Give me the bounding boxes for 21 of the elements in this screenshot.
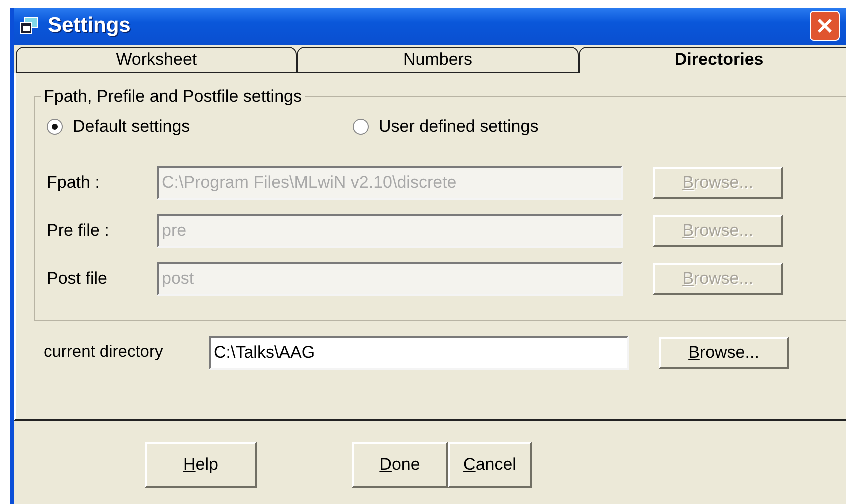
browse-button[interactable]: Browse... xyxy=(659,336,789,369)
tab[interactable]: Numbers xyxy=(297,46,579,73)
field-label: current directory xyxy=(44,343,164,362)
dialog-button[interactable]: Done xyxy=(352,442,448,488)
close-icon xyxy=(816,17,834,36)
radio-button[interactable] xyxy=(47,118,63,135)
radio-button[interactable] xyxy=(353,118,369,135)
window-app-icon xyxy=(20,17,40,36)
dialog-button[interactable]: Help xyxy=(145,442,257,488)
dialog-button[interactable]: Cancel xyxy=(448,442,532,488)
group-title: Fpath, Prefile and Postfile settings xyxy=(43,86,303,107)
tab[interactable]: Worksheet xyxy=(16,46,298,73)
field-label: Fpath : xyxy=(47,172,101,193)
tab[interactable]: Directories xyxy=(578,46,846,73)
window-title: Settings xyxy=(48,14,132,38)
field-label: Pre file : xyxy=(47,220,110,241)
close-button[interactable] xyxy=(810,11,840,42)
directory-field[interactable]: C:\Talks\AAG xyxy=(209,336,629,370)
field-label: Post file xyxy=(47,268,108,289)
radio-label[interactable]: Default settings xyxy=(73,116,190,137)
radio-label[interactable]: User defined settings xyxy=(379,116,539,137)
